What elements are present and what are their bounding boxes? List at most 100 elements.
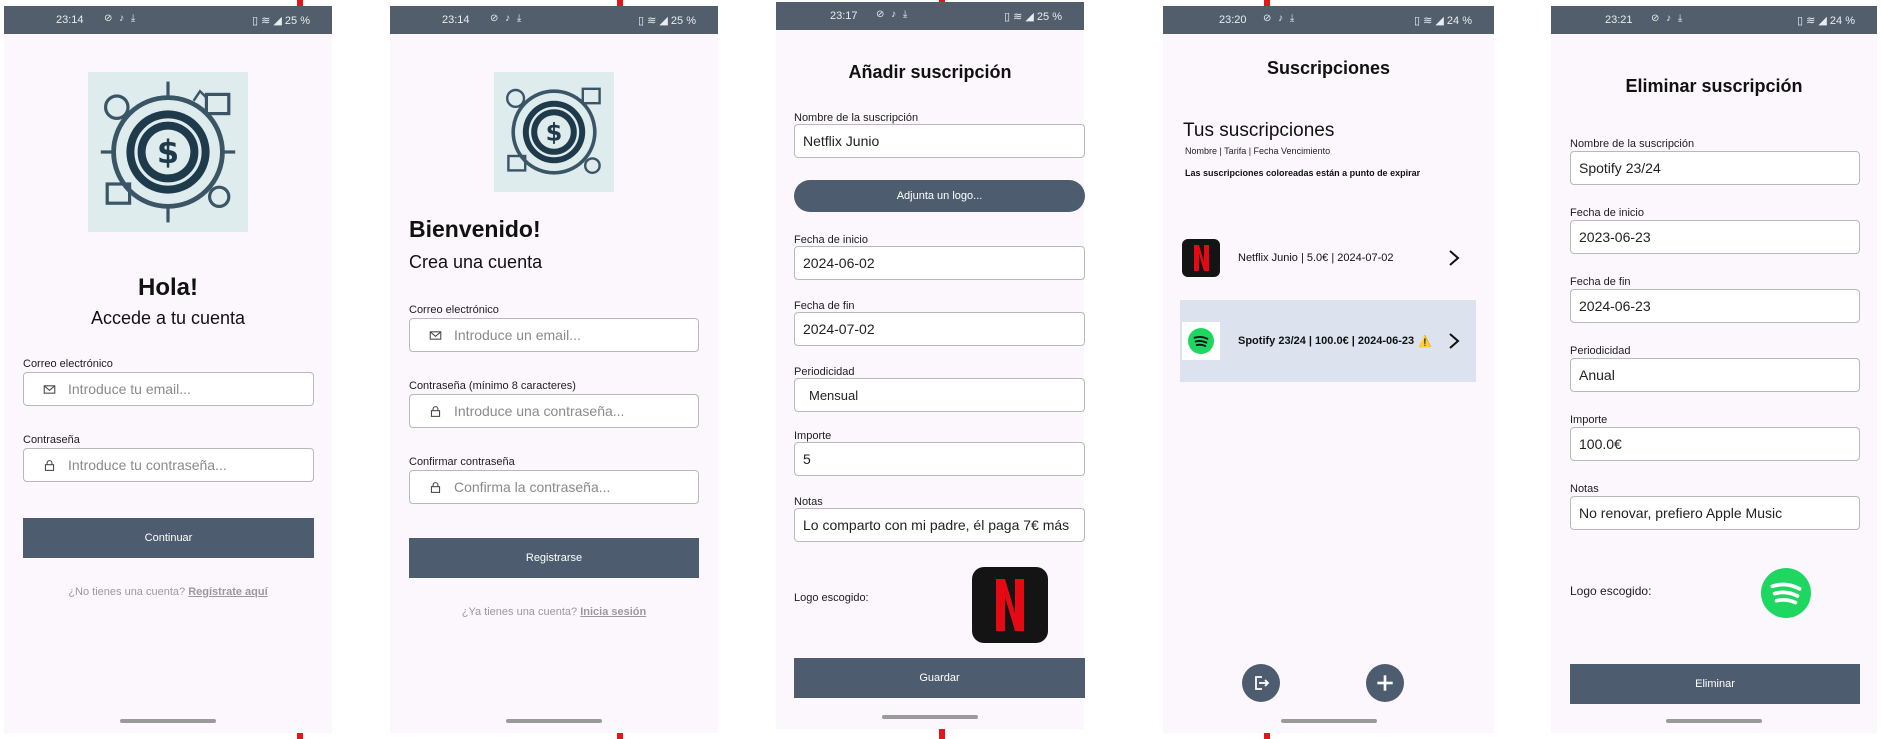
email-field[interactable]: Introduce un email... bbox=[409, 318, 699, 352]
mail-icon bbox=[428, 328, 442, 342]
home-indicator bbox=[506, 719, 602, 723]
status-time: 23:14 bbox=[56, 14, 84, 26]
status-time: 23:14 bbox=[442, 14, 470, 26]
status-bar: 23:14 ⊘ ♪ ⤓ ▯ ≋ ◢ 25 % bbox=[390, 6, 718, 34]
status-time: 23:17 bbox=[830, 10, 858, 22]
logo-chosen-label: Logo escogido: bbox=[794, 592, 869, 604]
home-indicator bbox=[120, 719, 216, 723]
confirm-password-placeholder: Confirma la contraseña... bbox=[454, 479, 611, 495]
logo-chosen-label: Logo escogido: bbox=[1570, 584, 1652, 598]
no-account-text: ¿No tienes una cuenta? bbox=[68, 586, 186, 598]
warning-icon: ⚠️ bbox=[1418, 335, 1432, 348]
name-field[interactable]: Spotify 23/24 bbox=[1570, 151, 1860, 185]
notes-label: Notas bbox=[1570, 483, 1599, 495]
add-subscription-screen: 23:17 ⊘ ♪ ⤓ ▯ ≋ ◢ 25 % Añadir suscripció… bbox=[776, 2, 1085, 729]
notification-icons: ⊘ ♪ ⤓ bbox=[490, 13, 524, 24]
register-link[interactable]: Regístrate aquí bbox=[188, 586, 267, 598]
login-screen: 23:14 ⊘ ♪ ⤓ ▯ ≋ ◢ 25 % $ Hola! Accede a … bbox=[4, 6, 332, 733]
login-link[interactable]: Inicia sesión bbox=[580, 606, 646, 618]
status-bar: 23:14 ⊘ ♪ ⤓ ▯ ≋ ◢ 25 % bbox=[4, 6, 332, 34]
register-button[interactable]: Registrarse bbox=[409, 538, 699, 578]
svg-text:$: $ bbox=[157, 133, 179, 171]
netflix-icon bbox=[1182, 239, 1220, 277]
list-item-text: Netflix Junio | 5.0€ | 2024-07-02 bbox=[1238, 252, 1394, 264]
svg-text:$: $ bbox=[546, 118, 563, 146]
status-battery: ▯ ≋ ◢ 25 % bbox=[638, 15, 696, 27]
chevron-right-icon bbox=[1449, 333, 1460, 349]
delete-button[interactable]: Eliminar bbox=[1570, 664, 1860, 704]
notification-icons: ⊘ ♪ ⤓ bbox=[1651, 13, 1685, 24]
login-subtitle: Accede a tu cuenta bbox=[90, 308, 246, 328]
periodicity-label: Periodicidad bbox=[1570, 345, 1631, 357]
start-date-label: Fecha de inicio bbox=[1570, 207, 1644, 219]
list-item[interactable]: Netflix Junio | 5.0€ | 2024-07-02 bbox=[1180, 228, 1476, 288]
home-indicator bbox=[882, 715, 978, 719]
delete-subscription-screen: 23:21 ⊘ ♪ ⤓ ▯ ≋ ◢ 24 % Eliminar suscripc… bbox=[1551, 6, 1877, 733]
greeting-title: Hola! bbox=[138, 274, 198, 301]
amount-label: Importe bbox=[1570, 414, 1608, 426]
password-field[interactable]: Introduce tu contraseña... bbox=[23, 448, 314, 482]
notes-field[interactable]: No renovar, prefiero Apple Music bbox=[1570, 496, 1860, 530]
start-date-field[interactable]: 2023-06-23 bbox=[1570, 220, 1860, 254]
app-logo: $ bbox=[88, 72, 248, 232]
attach-logo-button[interactable]: Adjunta un logo... bbox=[794, 180, 1085, 212]
start-date-label: Fecha de inicio bbox=[794, 234, 868, 246]
name-label: Nombre de la suscripción bbox=[794, 112, 919, 124]
logout-icon bbox=[1255, 676, 1270, 690]
home-indicator bbox=[1280, 719, 1377, 723]
expiry-note: Las suscripciones coloreadas están a pun… bbox=[1185, 168, 1421, 178]
status-bar: 23:21 ⊘ ♪ ⤓ ▯ ≋ ◢ 24 % bbox=[1551, 6, 1877, 34]
end-date-field[interactable]: 2024-07-02 bbox=[794, 312, 1085, 346]
app-logo: $ bbox=[494, 72, 614, 192]
status-time: 23:20 bbox=[1219, 14, 1247, 26]
lock-icon bbox=[428, 480, 442, 494]
spotify-icon bbox=[1182, 322, 1220, 360]
subscriptions-heading: Tus suscripciones bbox=[1183, 120, 1335, 141]
status-battery: ▯ ≋ ◢ 25 % bbox=[252, 15, 310, 27]
end-date-label: Fecha de fin bbox=[1570, 276, 1631, 288]
password-placeholder: Introduce tu contraseña... bbox=[68, 457, 227, 473]
end-date-field[interactable]: 2024-06-23 bbox=[1570, 289, 1860, 323]
start-date-field[interactable]: 2024-06-02 bbox=[794, 246, 1085, 280]
periodicity-field[interactable]: Mensual bbox=[794, 378, 1085, 412]
register-screen: 23:14 ⊘ ♪ ⤓ ▯ ≋ ◢ 25 % $ Bienvenido! Cre… bbox=[390, 6, 718, 733]
name-label: Nombre de la suscripción bbox=[1570, 138, 1695, 150]
page-title: Añadir suscripción bbox=[848, 62, 1012, 82]
email-placeholder: Introduce tu email... bbox=[68, 381, 191, 397]
have-account-text: ¿Ya tienes una cuenta? bbox=[461, 606, 578, 618]
lock-icon bbox=[42, 458, 56, 472]
password-field[interactable]: Introduce una contraseña... bbox=[409, 394, 699, 428]
password-label: Contraseña bbox=[23, 434, 80, 446]
amount-field[interactable]: 5 bbox=[794, 442, 1085, 476]
register-prompt: ¿No tienes una cuenta? Regístrate aquí bbox=[4, 586, 332, 598]
periodicity-field[interactable]: Anual bbox=[1570, 358, 1860, 392]
notification-icons: ⊘ ♪ ⤓ bbox=[876, 9, 910, 20]
end-date-label: Fecha de fin bbox=[794, 300, 855, 312]
notes-label: Notas bbox=[794, 496, 823, 508]
page-title: Eliminar suscripción bbox=[1625, 76, 1803, 96]
list-item[interactable]: Spotify 23/24 | 100.0€ | 2024-06-23 ⚠️ bbox=[1180, 300, 1476, 382]
email-field[interactable]: Introduce tu email... bbox=[23, 372, 314, 406]
name-field[interactable]: Netflix Junio bbox=[794, 124, 1085, 158]
netflix-logo bbox=[972, 567, 1048, 643]
notes-field[interactable]: Lo comparto con mi padre, él paga 7€ más bbox=[794, 508, 1085, 542]
status-time: 23:21 bbox=[1605, 14, 1633, 26]
confirm-password-label: Confirmar contraseña bbox=[409, 456, 515, 468]
password-placeholder: Introduce una contraseña... bbox=[454, 403, 625, 419]
continue-button[interactable]: Continuar bbox=[23, 518, 314, 558]
status-battery: ▯ ≋ ◢ 24 % bbox=[1414, 15, 1472, 27]
add-subscription-button[interactable] bbox=[1366, 664, 1404, 702]
email-placeholder: Introduce un email... bbox=[454, 327, 581, 343]
welcome-title: Bienvenido! bbox=[409, 216, 541, 242]
confirm-password-field[interactable]: Confirma la contraseña... bbox=[409, 470, 699, 504]
subscriptions-screen: 23:20 ⊘ ♪ ⤓ ▯ ≋ ◢ 24 % Suscripciones Tus… bbox=[1163, 6, 1494, 733]
amount-field[interactable]: 100.0€ bbox=[1570, 427, 1860, 461]
status-battery: ▯ ≋ ◢ 24 % bbox=[1797, 15, 1855, 27]
add-circle-icon bbox=[1377, 675, 1393, 691]
mail-icon bbox=[42, 382, 56, 396]
status-bar: 23:20 ⊘ ♪ ⤓ ▯ ≋ ◢ 24 % bbox=[1163, 6, 1494, 34]
logout-button[interactable] bbox=[1242, 664, 1280, 702]
save-button[interactable]: Guardar bbox=[794, 658, 1085, 698]
notification-icons: ⊘ ♪ ⤓ bbox=[1263, 13, 1297, 24]
periodicity-value: Mensual bbox=[809, 387, 859, 403]
